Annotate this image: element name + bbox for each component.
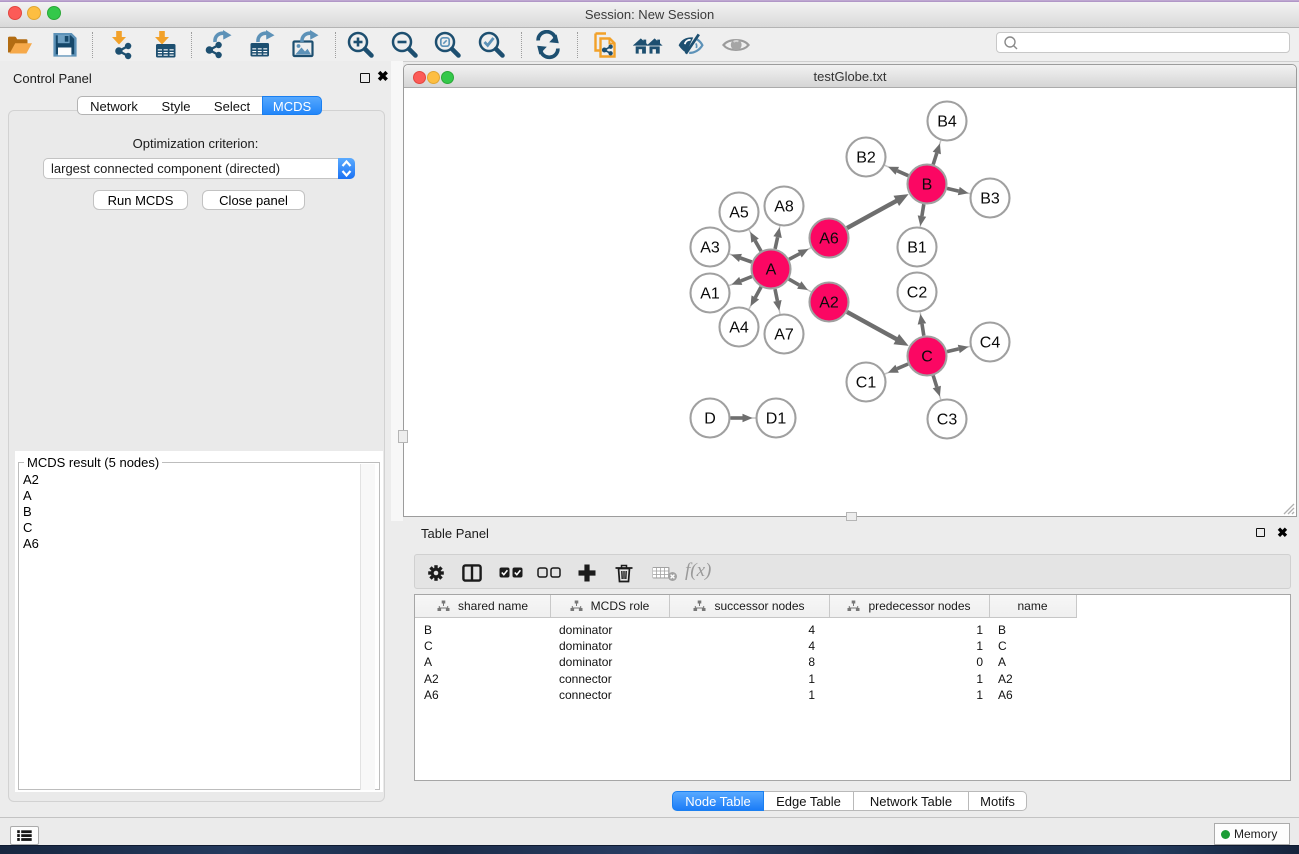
svg-text:B: B: [922, 177, 933, 194]
svg-text:C3: C3: [937, 412, 958, 429]
svg-text:C: C: [921, 349, 933, 366]
svg-text:B2: B2: [856, 150, 876, 167]
svg-text:B3: B3: [980, 191, 1000, 208]
svg-text:C1: C1: [856, 375, 877, 392]
svg-text:A8: A8: [774, 199, 794, 216]
svg-text:C4: C4: [980, 335, 1001, 352]
svg-text:A4: A4: [729, 320, 749, 337]
svg-text:A: A: [766, 262, 777, 279]
svg-text:A2: A2: [819, 295, 839, 312]
svg-text:A7: A7: [774, 327, 794, 344]
svg-text:C2: C2: [907, 285, 928, 302]
svg-text:D1: D1: [766, 411, 787, 428]
svg-text:A1: A1: [700, 286, 720, 303]
svg-text:A3: A3: [700, 240, 720, 257]
svg-text:A5: A5: [729, 205, 749, 222]
svg-text:A6: A6: [819, 231, 839, 248]
svg-text:D: D: [704, 411, 716, 428]
svg-text:B1: B1: [907, 240, 927, 257]
svg-text:B4: B4: [937, 114, 957, 131]
